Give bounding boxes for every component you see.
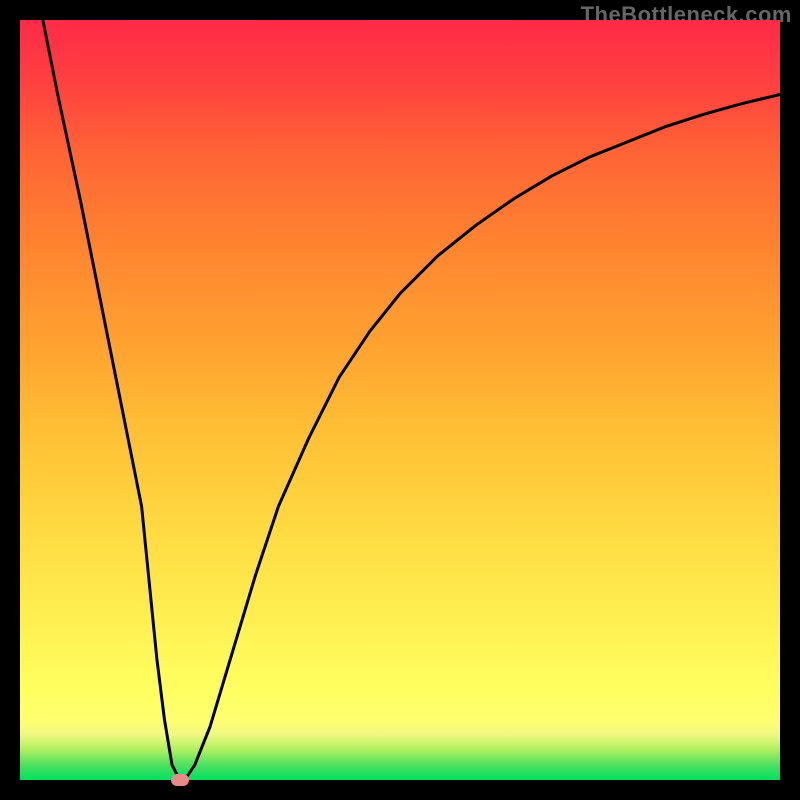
plot-area xyxy=(20,20,780,780)
curve-marker xyxy=(171,774,189,786)
curve-svg xyxy=(20,20,780,780)
bottleneck-curve xyxy=(43,20,780,780)
chart-container: TheBottleneck.com xyxy=(0,0,800,800)
